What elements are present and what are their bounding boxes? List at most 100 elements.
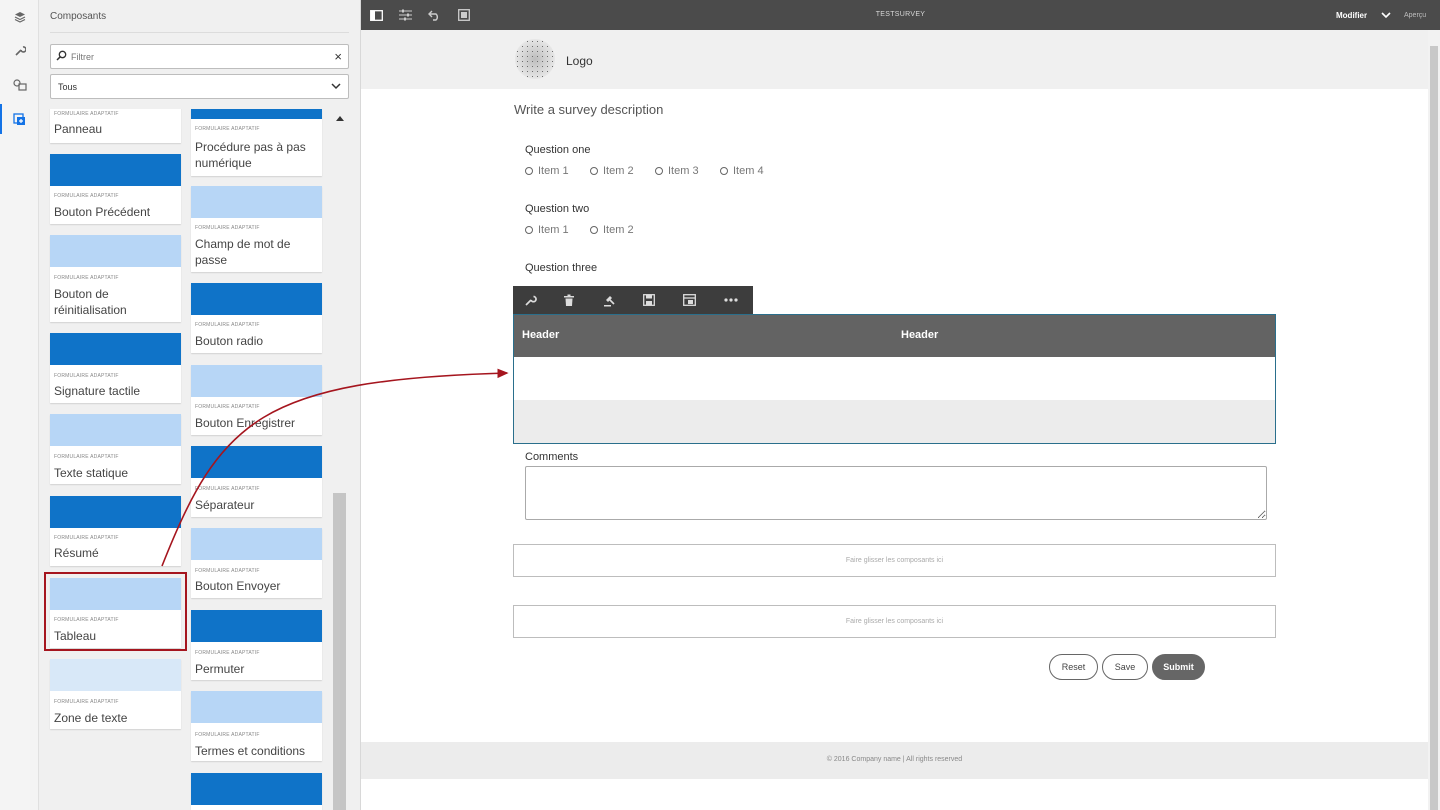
form-header: Logo	[361, 30, 1428, 89]
card-category: FORMULAIRE ADAPTATIF	[195, 486, 260, 492]
radio-option[interactable]: Item 1	[525, 165, 569, 177]
radio-option[interactable]: Item 1	[525, 224, 569, 236]
component-list: FORMULAIRE ADAPTATIF Panneau FORMULAIRE …	[39, 109, 361, 810]
gavel-icon	[603, 295, 615, 306]
table-row[interactable]	[514, 400, 1275, 443]
survey-description: Write a survey description	[514, 102, 664, 117]
preview-button[interactable]: Aperçu	[1404, 12, 1426, 19]
logo-text: Logo	[566, 54, 593, 68]
properties-button[interactable]	[0, 34, 39, 68]
card-thumbnail	[50, 659, 181, 691]
component-card-separateur[interactable]: FORMULAIRE ADAPTATIF Séparateur	[191, 446, 322, 517]
radio-option[interactable]: Item 4	[720, 165, 764, 177]
card-category: FORMULAIRE ADAPTATIF	[195, 404, 260, 410]
configure-button[interactable]	[523, 293, 537, 307]
drop-zone-label: Faire glisser les composants ici	[845, 557, 944, 564]
card-name: Bouton Précédent	[54, 205, 151, 219]
table-component[interactable]: Header Header	[513, 314, 1276, 444]
component-card-resume[interactable]: FORMULAIRE ADAPTATIF Résumé	[50, 496, 181, 566]
component-card-partial[interactable]	[191, 773, 322, 810]
components-icon	[13, 112, 25, 125]
assets-button[interactable]	[0, 68, 39, 102]
filter-field[interactable]: ×	[50, 44, 349, 69]
save-button[interactable]: Save	[1102, 654, 1148, 680]
layers-button[interactable]	[0, 0, 39, 34]
card-thumbnail	[191, 365, 322, 397]
table-header-cell[interactable]: Header	[522, 329, 559, 341]
question-three-label: Question three	[525, 262, 598, 274]
canvas-scrollbar-thumb[interactable]	[1430, 46, 1438, 810]
clear-icon[interactable]: ×	[334, 49, 342, 64]
component-card-procedure-pas-a-pas[interactable]: FORMULAIRE ADAPTATIF Procédure pas à pas…	[191, 109, 322, 176]
layout-button[interactable]	[682, 293, 696, 307]
card-thumbnail	[50, 154, 181, 186]
drop-zone[interactable]: Faire glisser les composants ici	[513, 544, 1276, 577]
radio-circle	[590, 167, 598, 175]
radio-label: Item 2	[603, 165, 634, 177]
chevron-down-icon[interactable]	[1381, 10, 1391, 20]
card-name: Procédure pas à pas numérique	[195, 140, 306, 170]
component-card-signature-tactile[interactable]: FORMULAIRE ADAPTATIF Signature tactile	[50, 333, 181, 403]
radio-label: Item 2	[603, 224, 634, 236]
radio-option[interactable]: Item 2	[590, 224, 634, 236]
rules-button[interactable]	[602, 293, 616, 307]
layers-icon	[14, 12, 25, 23]
card-category: FORMULAIRE ADAPTATIF	[54, 373, 119, 379]
left-rail	[0, 0, 39, 810]
comments-textarea[interactable]	[525, 466, 1267, 520]
radio-circle	[525, 226, 533, 234]
radio-option[interactable]: Item 3	[655, 165, 699, 177]
component-card-termes-conditions[interactable]: FORMULAIRE ADAPTATIF Termes et condition…	[191, 691, 322, 761]
card-thumbnail	[191, 446, 322, 478]
reset-button[interactable]: Reset	[1049, 654, 1098, 680]
table-edit-toolbar	[513, 286, 753, 314]
card-name: Permuter	[195, 662, 245, 676]
component-card-zone-de-texte[interactable]: FORMULAIRE ADAPTATIF Zone de texte	[50, 659, 181, 729]
radio-label: Item 4	[733, 165, 764, 177]
card-thumbnail	[191, 773, 322, 805]
category-select[interactable]: Tous	[50, 74, 349, 99]
card-name: Panneau	[54, 122, 103, 136]
form-footer: © 2016 Company name | All rights reserve…	[361, 742, 1428, 779]
delete-button[interactable]	[562, 293, 576, 307]
component-card-champ-mot-de-passe[interactable]: FORMULAIRE ADAPTATIF Champ de mot de pas…	[191, 186, 322, 272]
card-category: FORMULAIRE ADAPTATIF	[54, 535, 119, 541]
filter-input[interactable]	[71, 48, 321, 65]
app-root: Composants × Tous FORMULAIRE ADAPTATIF P…	[0, 0, 1440, 810]
components-button[interactable]	[0, 102, 39, 136]
card-thumbnail	[191, 186, 322, 218]
card-name: Termes et conditions	[195, 744, 306, 758]
card-name: Champ de mot de passe	[195, 237, 291, 267]
document-title: TESTSURVEY	[875, 11, 926, 18]
card-name: Texte statique	[54, 466, 129, 480]
component-card-texte-statique[interactable]: FORMULAIRE ADAPTATIF Texte statique	[50, 414, 181, 484]
canvas-scrollbar[interactable]	[1428, 30, 1440, 810]
save-fragment-button[interactable]	[642, 293, 656, 307]
mode-dropdown[interactable]: Modifier	[1336, 11, 1367, 20]
component-card-panneau[interactable]: FORMULAIRE ADAPTATIF Panneau	[50, 109, 181, 143]
radio-label: Item 3	[668, 165, 699, 177]
card-name: Zone de texte	[54, 711, 128, 725]
component-card-bouton-reinitialisation[interactable]: FORMULAIRE ADAPTATIF Bouton de réinitial…	[50, 235, 181, 322]
component-card-permuter[interactable]: FORMULAIRE ADAPTATIF Permuter	[191, 610, 322, 680]
component-card-bouton-envoyer[interactable]: FORMULAIRE ADAPTATIF Bouton Envoyer	[191, 528, 322, 598]
card-thumbnail	[191, 528, 322, 560]
submit-button[interactable]: Submit	[1152, 654, 1205, 680]
card-name: Bouton Enregistrer	[195, 416, 296, 430]
wrench-icon	[524, 295, 537, 306]
scroll-up-icon[interactable]	[335, 114, 345, 122]
radio-option[interactable]: Item 2	[590, 165, 634, 177]
panel-scrollbar[interactable]	[333, 493, 346, 810]
card-thumbnail	[50, 496, 181, 528]
card-thumbnail	[191, 610, 322, 642]
table-header-cell[interactable]: Header	[901, 329, 938, 341]
components-panel: Composants × Tous FORMULAIRE ADAPTATIF P…	[39, 0, 361, 810]
more-options-button[interactable]	[724, 293, 738, 307]
component-card-bouton-radio[interactable]: FORMULAIRE ADAPTATIF Bouton radio	[191, 283, 322, 353]
drop-zone[interactable]: Faire glisser les composants ici	[513, 605, 1276, 638]
component-card-bouton-enregistrer[interactable]: FORMULAIRE ADAPTATIF Bouton Enregistrer	[191, 365, 322, 435]
card-category: FORMULAIRE ADAPTATIF	[54, 454, 119, 460]
assets-icon	[12, 79, 27, 91]
component-card-bouton-precedent[interactable]: FORMULAIRE ADAPTATIF Bouton Précédent	[50, 154, 181, 224]
card-thumbnail	[191, 691, 322, 723]
